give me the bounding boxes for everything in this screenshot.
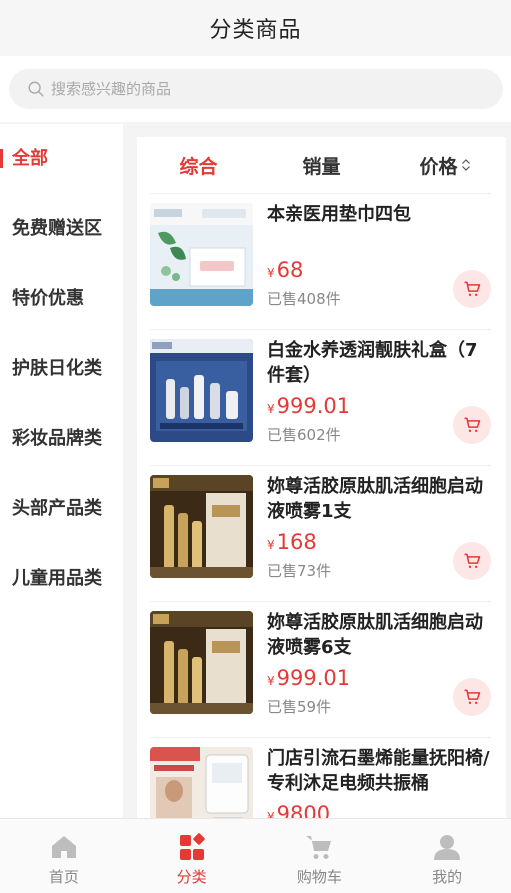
- pad-package-image[interactable]: [150, 203, 253, 306]
- sort-sales-tab[interactable]: 销量: [260, 152, 383, 179]
- product-price: ¥999.01: [267, 666, 351, 690]
- search-bar[interactable]: [9, 69, 503, 109]
- search-area: [0, 56, 511, 122]
- tab-cart[interactable]: 购物车: [256, 819, 384, 893]
- product-name[interactable]: 妳尊活胶原肽肌活细胞启动液喷雾6支: [267, 610, 491, 660]
- product-item[interactable]: 本亲医用垫巾四包 ¥68 已售408件: [150, 193, 491, 328]
- sort-bar: 综合 销量 价格: [137, 137, 506, 193]
- tab-cart-label: 购物车: [296, 868, 342, 886]
- sold-count: 已售73件: [267, 562, 332, 580]
- sidebar-item-skincare[interactable]: 护肤日化类: [0, 351, 123, 386]
- sort-price-tab[interactable]: 价格: [383, 152, 506, 179]
- product-price: ¥999.01: [267, 394, 351, 418]
- cart-icon: [306, 836, 332, 859]
- sidebar-item-free-gift[interactable]: 免费赠送区: [0, 211, 123, 246]
- product-item[interactable]: 门店引流石墨烯能量抚阳椅/专利沐足电频共振桶 ¥9800: [150, 737, 491, 818]
- product-item[interactable]: 妳尊活胶原肽肌活细胞启动液喷雾6支 ¥999.01 已售59件: [150, 601, 491, 736]
- search-input[interactable]: [51, 80, 451, 98]
- product-item[interactable]: 妳尊活胶原肽肌活细胞启动液喷雾1支 ¥168 已售73件: [150, 465, 491, 600]
- product-item[interactable]: 白金水养透润靓肤礼盒（7件套） ¥999.01 已售602件: [150, 329, 491, 464]
- home-icon: [51, 836, 76, 858]
- bottom-tab-bar: 首页 分类 购物车 我的: [0, 818, 511, 893]
- spray-bottle-image[interactable]: [150, 475, 253, 578]
- sort-comprehensive-tab[interactable]: 综合: [137, 152, 260, 179]
- category-icon: [179, 833, 205, 860]
- product-price: ¥168: [267, 530, 317, 554]
- cart-icon: [464, 281, 481, 296]
- category-sidebar: 全部 免费赠送区 特价优惠 护肤日化类 彩妆品牌类 头部产品类 儿童用品类: [0, 124, 123, 818]
- add-to-cart-button[interactable]: [453, 270, 491, 308]
- sort-price-label: 价格: [419, 155, 458, 178]
- tab-home[interactable]: 首页: [0, 819, 128, 893]
- tab-mine-label: 我的: [432, 868, 463, 886]
- sold-count: 已售408件: [267, 290, 341, 308]
- chair-foot-bath-image[interactable]: [150, 747, 253, 818]
- cart-icon: [464, 689, 481, 704]
- page-title: 分类商品: [209, 18, 302, 43]
- tab-category[interactable]: 分类: [128, 819, 256, 893]
- add-to-cart-button[interactable]: [453, 542, 491, 580]
- cart-icon: [464, 417, 481, 432]
- product-name[interactable]: 本亲医用垫巾四包: [267, 202, 491, 227]
- product-name[interactable]: 妳尊活胶原肽肌活细胞启动液喷雾1支: [267, 474, 491, 524]
- product-price: ¥68: [267, 258, 304, 282]
- add-to-cart-button[interactable]: [453, 678, 491, 716]
- sidebar-item-children[interactable]: 儿童用品类: [0, 561, 123, 596]
- product-panel: 综合 销量 价格 本亲医用垫巾四包 ¥68 已售408件 白金水养透润靓肤礼盒（…: [137, 137, 506, 818]
- tab-category-label: 分类: [176, 868, 207, 886]
- sidebar-item-top-products[interactable]: 头部产品类: [0, 491, 123, 526]
- search-icon: [28, 81, 44, 97]
- sort-comprehensive-label: 综合: [179, 155, 218, 178]
- top-header: 分类商品: [0, 0, 511, 56]
- sidebar-item-special-offer[interactable]: 特价优惠: [0, 281, 123, 316]
- sidebar-item-all[interactable]: 全部: [0, 141, 123, 176]
- product-name[interactable]: 白金水养透润靓肤礼盒（7件套）: [267, 338, 491, 388]
- add-to-cart-button[interactable]: [453, 406, 491, 444]
- sold-count: 已售59件: [267, 698, 332, 716]
- user-icon: [434, 835, 461, 860]
- sold-count: 已售602件: [267, 426, 341, 444]
- tab-home-label: 首页: [48, 868, 79, 886]
- skincare-gift-set-image[interactable]: [150, 339, 253, 442]
- cart-icon: [464, 553, 481, 568]
- product-price: ¥9800: [267, 802, 331, 818]
- sidebar-item-makeup-brands[interactable]: 彩妆品牌类: [0, 421, 123, 456]
- tab-mine[interactable]: 我的: [383, 819, 511, 893]
- sort-arrows-icon: [461, 158, 470, 172]
- spray-bottle-image[interactable]: [150, 611, 253, 714]
- sort-sales-label: 销量: [302, 155, 341, 178]
- product-name[interactable]: 门店引流石墨烯能量抚阳椅/专利沐足电频共振桶: [267, 746, 491, 796]
